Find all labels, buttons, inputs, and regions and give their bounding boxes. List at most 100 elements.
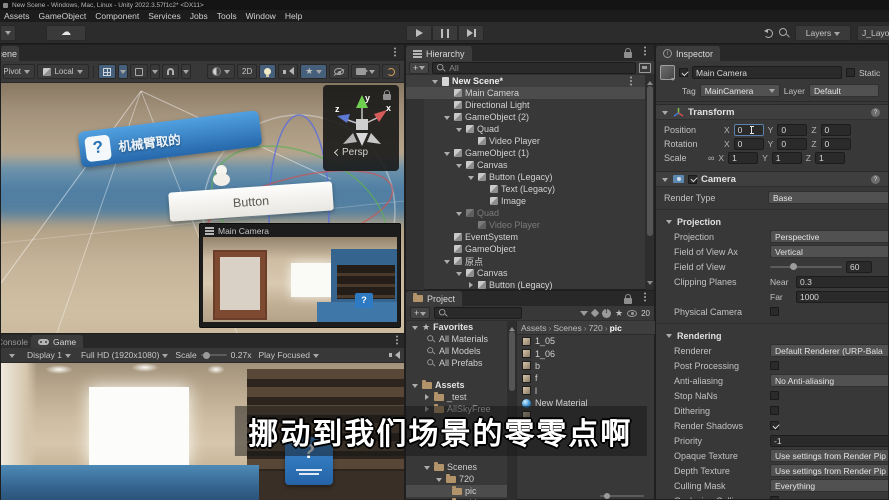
camera-settings-dropdown[interactable] xyxy=(351,64,381,79)
crumb-assets[interactable]: Assets xyxy=(521,323,551,333)
hierarchy-item-image[interactable]: Image xyxy=(406,195,646,207)
help-icon[interactable]: ? xyxy=(871,107,880,117)
tab-scene[interactable]: Scene xyxy=(1,46,19,61)
camera-preview-titlebar[interactable]: Main Camera xyxy=(200,224,400,237)
fov-slider[interactable] xyxy=(770,263,842,270)
magnet-snap-dropdown[interactable] xyxy=(181,64,191,79)
tab-hierarchy[interactable]: Hierarchy xyxy=(406,46,472,61)
projection-dropdown[interactable]: Perspective xyxy=(770,230,888,243)
hierarchy-kebab-icon[interactable] xyxy=(644,50,646,52)
move-snap-button[interactable] xyxy=(130,64,148,79)
lighting-toggle-button[interactable] xyxy=(259,64,277,79)
filter-icon[interactable] xyxy=(580,310,589,316)
opaque-texture-dropdown[interactable]: Use settings from Render Pip xyxy=(770,449,888,462)
menu-assets[interactable]: Assets xyxy=(4,11,30,21)
folder-test[interactable]: _test xyxy=(406,391,508,403)
expand-arrow-icon[interactable] xyxy=(422,462,431,472)
tool-button-partial[interactable] xyxy=(0,24,16,41)
menu-tools[interactable]: Tools xyxy=(217,11,237,21)
file-row[interactable]: 1_05 xyxy=(517,335,656,347)
collapse-arrow-icon[interactable] xyxy=(422,392,431,402)
rotation-x-field[interactable]: 0 xyxy=(733,138,764,150)
expand-arrow-icon[interactable] xyxy=(410,322,419,332)
assets-root[interactable]: Assets xyxy=(406,379,508,391)
hierarchy-item-canvas-2[interactable]: Canvas xyxy=(406,267,646,279)
scene-viewport[interactable]: ? 机械臂取的 Button y x z Persp Main Camera ? xyxy=(1,83,404,333)
anti-aliasing-dropdown[interactable]: No Anti-aliasing xyxy=(770,374,888,387)
expand-arrow-icon[interactable] xyxy=(434,474,443,484)
play-button[interactable] xyxy=(406,25,432,41)
hierarchy-item-gameobject[interactable]: GameObject xyxy=(406,243,646,255)
tag-dropdown[interactable]: MainCamera xyxy=(699,84,780,97)
hierarchy-item-eventsystem[interactable]: EventSystem xyxy=(406,231,646,243)
occlusion-culling-checkbox[interactable] xyxy=(770,496,779,499)
hierarchy-item-main-camera[interactable]: Main Camera xyxy=(406,87,646,99)
scale-y-field[interactable]: 1 xyxy=(771,152,802,164)
post-processing-checkbox[interactable] xyxy=(770,361,779,370)
2d-toggle-button[interactable]: 2D xyxy=(237,64,258,79)
folder-720[interactable]: 720 xyxy=(406,473,508,485)
scene-kebab-icon[interactable] xyxy=(630,80,632,82)
file-row[interactable]: b xyxy=(517,360,656,372)
expand-arrow-icon[interactable] xyxy=(442,256,451,266)
position-x-field[interactable]: 0 xyxy=(733,124,764,136)
fov-axis-dropdown[interactable]: Vertical xyxy=(770,245,888,258)
favorites-star-icon[interactable]: ★ xyxy=(615,308,623,318)
shading-mode-button[interactable] xyxy=(207,64,235,79)
perspective-toggle[interactable]: Persp xyxy=(333,147,368,158)
grid-snap-button[interactable] xyxy=(98,64,116,79)
magnet-snap-button[interactable] xyxy=(162,64,179,79)
culling-mask-dropdown[interactable]: Everything xyxy=(770,479,888,492)
position-z-field[interactable]: 0 xyxy=(820,124,851,136)
menu-services[interactable]: Services xyxy=(148,11,181,21)
slider-thumb[interactable] xyxy=(790,263,797,270)
refresh-button[interactable] xyxy=(382,64,401,79)
create-asset-button[interactable]: + xyxy=(410,307,431,319)
tab-inspector[interactable]: i Inspector xyxy=(656,46,721,61)
expand-arrow-icon[interactable] xyxy=(410,380,419,390)
scene-menu-kebab-icon[interactable] xyxy=(394,51,396,53)
gameobject-name-field[interactable]: Main Camera xyxy=(692,66,842,79)
move-snap-dropdown[interactable] xyxy=(150,64,160,79)
grid-snap-dropdown[interactable] xyxy=(118,64,128,79)
render-shadows-checkbox[interactable] xyxy=(770,421,779,430)
step-button[interactable] xyxy=(458,25,484,41)
renderer-dropdown[interactable]: Default Renderer (URP-Bala xyxy=(770,344,888,357)
scroll-up-icon[interactable] xyxy=(646,78,653,85)
slider-thumb[interactable] xyxy=(604,492,610,499)
tab-game[interactable]: Game xyxy=(31,335,84,348)
scrollbar-thumb[interactable] xyxy=(508,331,515,391)
hierarchy-item-text-legacy[interactable]: Text (Legacy) xyxy=(406,183,646,195)
pause-button[interactable] xyxy=(432,25,458,41)
layer-dropdown[interactable]: Default xyxy=(808,84,879,97)
collapse-arrow-icon[interactable] xyxy=(466,280,475,290)
lock-icon[interactable] xyxy=(624,294,632,304)
folder-pic[interactable]: pic xyxy=(406,485,508,497)
effects-toggle-button[interactable]: ★ xyxy=(300,64,328,79)
visibility-toggle-button[interactable] xyxy=(329,64,350,79)
label-tag-icon[interactable] xyxy=(590,308,600,318)
local-global-toggle[interactable]: Local xyxy=(37,64,89,79)
physical-camera-checkbox[interactable] xyxy=(770,307,779,316)
undo-history-icon[interactable] xyxy=(764,28,773,38)
expand-arrow-icon[interactable] xyxy=(466,172,475,182)
hierarchy-item-button-legacy[interactable]: Button (Legacy) xyxy=(406,171,646,183)
fov-value-field[interactable]: 60 xyxy=(846,260,872,273)
hierarchy-item-gameobject-1[interactable]: GameObject (1) xyxy=(406,147,646,159)
expand-arrow-icon[interactable] xyxy=(664,217,673,227)
layers-dropdown[interactable]: Layers xyxy=(795,25,851,41)
rotation-z-field[interactable]: 0 xyxy=(820,138,851,150)
rotation-y-field[interactable]: 0 xyxy=(777,138,808,150)
layout-dropdown[interactable]: J_Layout xyxy=(857,25,889,41)
expand-arrow-icon[interactable] xyxy=(660,107,669,117)
active-checkbox[interactable] xyxy=(679,68,688,77)
hierarchy-item-gameobject-2[interactable]: GameObject (2) xyxy=(406,111,646,123)
expand-arrow-icon[interactable] xyxy=(660,174,669,184)
tab-project[interactable]: Project xyxy=(406,291,463,306)
scroll-up-icon[interactable] xyxy=(508,324,515,331)
resolution-dropdown[interactable]: Full HD (1920x1080) xyxy=(78,349,171,361)
cloud-services-button[interactable]: ☁ xyxy=(46,24,86,41)
camera-enabled-checkbox[interactable] xyxy=(688,174,697,184)
slider-thumb[interactable] xyxy=(202,351,210,359)
favorite-all-models[interactable]: All Models xyxy=(406,345,508,357)
